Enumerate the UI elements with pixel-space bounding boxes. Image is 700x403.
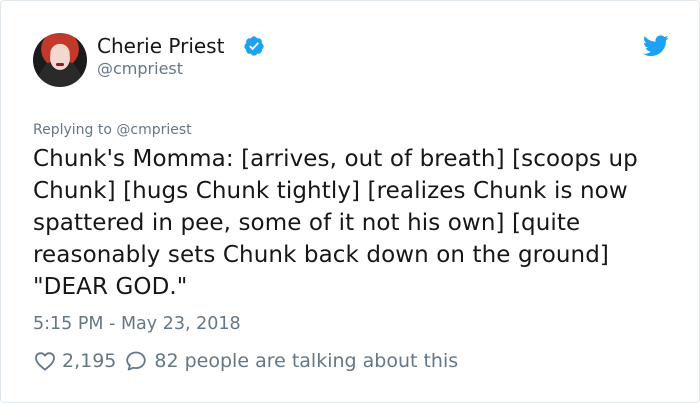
like-action[interactable]: 2,195 <box>33 349 124 373</box>
tweet-text-line: spattered in pee, some of it not his own… <box>33 210 581 236</box>
like-count: 2,195 <box>62 350 117 372</box>
tweet-text-line: reasonably sets Chunk back down on the g… <box>33 242 610 268</box>
tweet-actions: 2,195 82 people are talking about this <box>33 347 458 375</box>
author-display-name[interactable]: Cherie Priest <box>97 33 224 59</box>
author-handle[interactable]: @cmpriest <box>97 59 183 79</box>
avatar[interactable] <box>33 33 87 87</box>
speech-bubble-icon[interactable] <box>124 349 148 373</box>
heart-icon[interactable] <box>33 349 57 373</box>
verified-badge-icon <box>244 36 264 56</box>
tweet-text-line: Chunk's Momma: [arrives, out of breath] … <box>33 146 638 172</box>
tweet-text-line: "DEAR GOD." <box>33 274 188 300</box>
tweet-timestamp[interactable]: 5:15 PM - May 23, 2018 <box>33 313 241 335</box>
reply-action[interactable]: 82 people are talking about this <box>124 349 458 373</box>
tweet-text-line: Chunk] [hugs Chunk tightly] [realizes Ch… <box>33 178 628 204</box>
replying-to-label[interactable]: Replying to @cmpriest <box>33 121 192 139</box>
talking-about-text: 82 people are talking about this <box>154 350 459 372</box>
avatar-face <box>50 46 70 70</box>
tweet-card: Cherie Priest @cmpriest Replying to @cmp… <box>0 0 700 403</box>
avatar-lips <box>56 63 64 66</box>
tweet-text: Chunk's Momma: [arrives, out of breath] … <box>33 143 673 303</box>
twitter-bird-icon[interactable] <box>643 35 669 57</box>
